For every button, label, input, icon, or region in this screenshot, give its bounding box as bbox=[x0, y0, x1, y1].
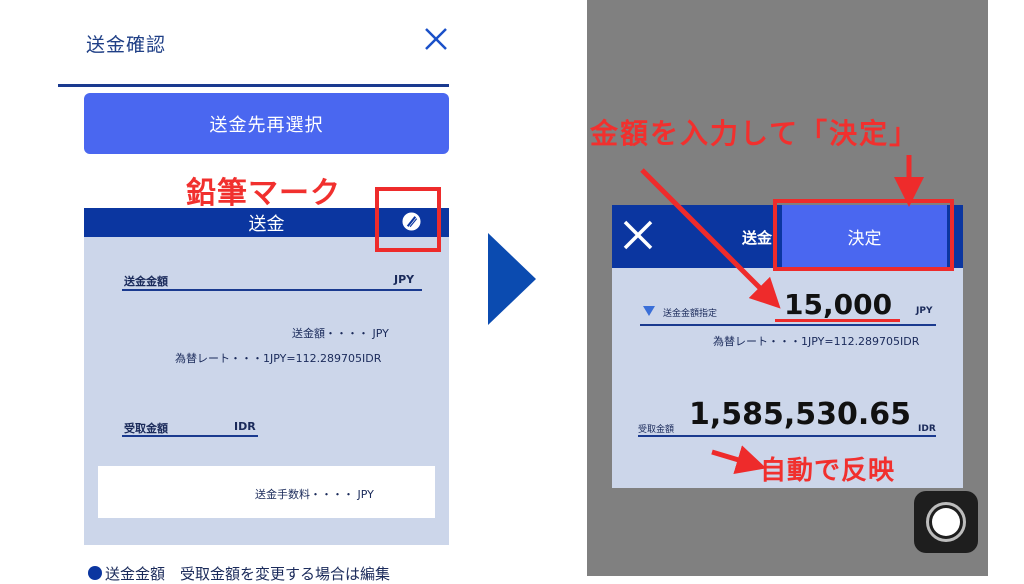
annotation-arrows bbox=[640, 155, 924, 475]
send-currency: JPY bbox=[394, 273, 415, 286]
form-header-title: 送金 bbox=[248, 213, 285, 235]
header-divider bbox=[58, 84, 449, 87]
received-amount-underline bbox=[122, 435, 258, 437]
send-amount-line: 送金額・・・・ JPY bbox=[292, 327, 389, 340]
bottom-note: 送金金額 受取金額を変更する場合は編集 bbox=[88, 563, 390, 584]
fee-line: 送金手数料・・・・ JPY bbox=[255, 488, 374, 501]
home-button-dot bbox=[932, 508, 960, 536]
send-amount-label: 送金金額 bbox=[124, 275, 168, 288]
close-icon[interactable] bbox=[421, 24, 451, 54]
arrow-to-amount bbox=[640, 168, 781, 309]
page-title: 送金確認 bbox=[86, 34, 167, 56]
arrow-to-auto-text bbox=[711, 445, 767, 475]
pencil-highlight-box bbox=[375, 187, 441, 252]
bottom-note-text: 送金金額 受取金額を変更する場合は編集 bbox=[105, 565, 391, 583]
received-amount-label: 受取金額 bbox=[124, 422, 168, 435]
pencil-mark-annotation: 鉛筆マーク bbox=[186, 176, 341, 211]
exchange-rate-line: 為替レート・・・1JPY=112.289705IDR bbox=[175, 352, 382, 365]
send-amount-underline bbox=[122, 289, 422, 291]
reselect-recipient-button[interactable]: 送金先再選択 bbox=[84, 93, 449, 154]
received-currency: IDR bbox=[234, 420, 256, 433]
pencil-small-icon bbox=[88, 566, 102, 580]
fee-box: 送金手数料・・・・ JPY bbox=[98, 466, 435, 518]
next-arrow-icon bbox=[488, 233, 536, 325]
